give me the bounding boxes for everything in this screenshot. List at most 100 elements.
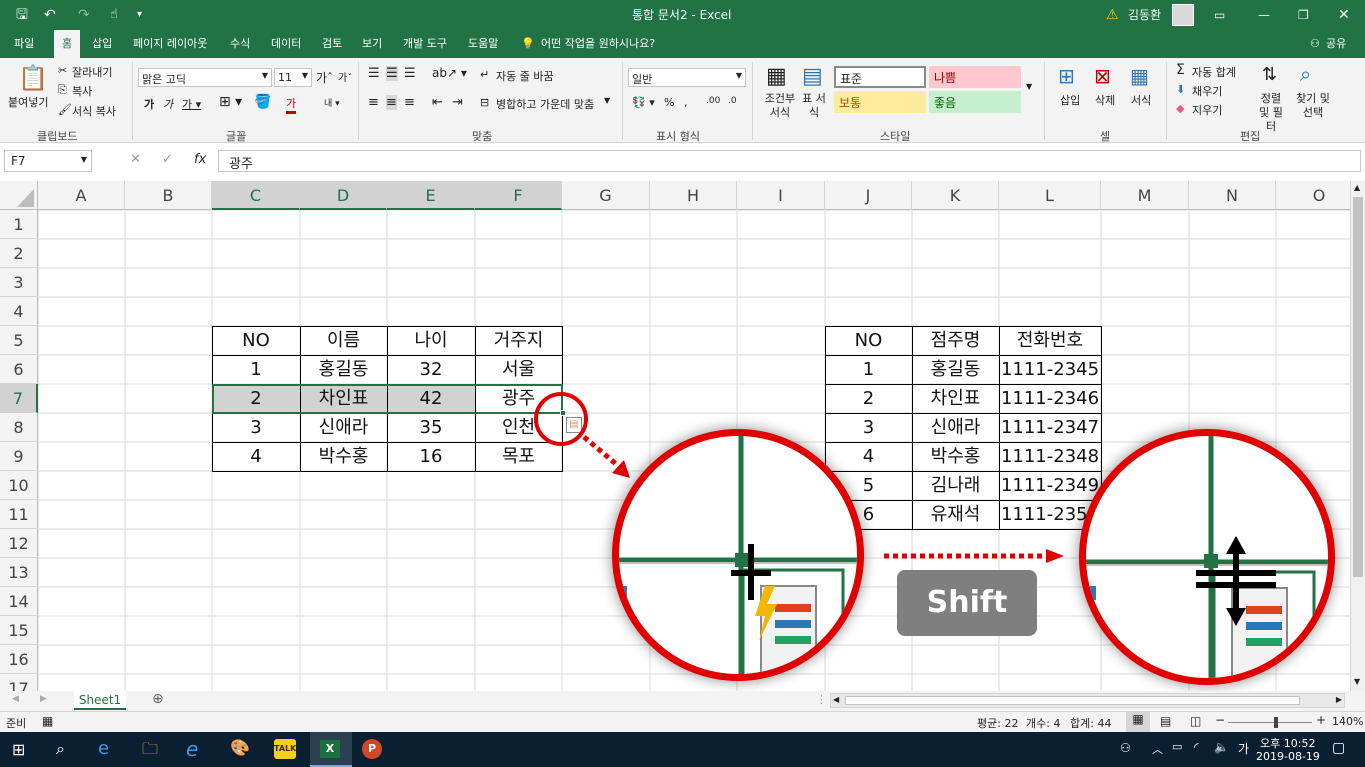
normal-view-icon[interactable]: ▦ bbox=[1126, 712, 1150, 732]
ime-indicator[interactable]: 가 bbox=[1238, 740, 1249, 757]
page-layout-view-icon[interactable]: ▤ bbox=[1160, 714, 1171, 728]
bold-icon[interactable]: 가 bbox=[144, 96, 154, 112]
currency-icon[interactable]: 💱 ▾ bbox=[632, 96, 655, 109]
clock-date[interactable]: 2019-08-19 bbox=[1256, 750, 1320, 763]
delete-cells-button[interactable]: 삭제 bbox=[1095, 92, 1115, 108]
file-explorer-icon[interactable]: 🗀 bbox=[142, 738, 158, 765]
format-painter-button[interactable]: 서식 복사 bbox=[72, 103, 116, 119]
phonetic-icon[interactable]: 내 ▾ bbox=[324, 96, 340, 109]
increase-indent-icon[interactable]: ⇥ bbox=[452, 95, 463, 110]
tell-me-search[interactable]: 어떤 작업을 원하시나요? bbox=[541, 30, 655, 58]
network-icon[interactable]: ◜ bbox=[1194, 740, 1199, 754]
grow-font-icon[interactable]: 가ˆ bbox=[316, 69, 333, 86]
merge-center-button[interactable]: 병합하고 가운데 맞춤 bbox=[496, 96, 594, 112]
insert-cells-button[interactable]: 삽입 bbox=[1060, 92, 1080, 108]
zoom-slider[interactable] bbox=[1228, 722, 1312, 723]
battery-icon[interactable]: ▭ bbox=[1172, 740, 1182, 753]
paint-icon[interactable]: 🎨 bbox=[230, 738, 250, 757]
insert-function-icon[interactable]: fx bbox=[194, 152, 206, 167]
font-size-select[interactable]: 11 ▼ bbox=[274, 68, 312, 87]
paste-icon[interactable]: 📋 bbox=[18, 64, 48, 92]
scroll-thumb[interactable] bbox=[1353, 197, 1363, 577]
styles-more-icon[interactable]: ▼ bbox=[1026, 82, 1032, 91]
edge-icon[interactable]: e bbox=[98, 738, 109, 759]
save-icon[interactable]: 🖫 bbox=[16, 0, 28, 30]
align-center-icon[interactable]: ≡ bbox=[386, 95, 397, 110]
add-sheet-icon[interactable]: ⊕ bbox=[152, 691, 164, 707]
conditional-format-button[interactable]: 조건부 서식 bbox=[762, 92, 798, 120]
autosum-button[interactable]: 자동 합계 bbox=[1192, 64, 1236, 80]
italic-icon[interactable]: 가 bbox=[163, 96, 173, 112]
sort-filter-button[interactable]: 정렬 및 필터 bbox=[1256, 92, 1286, 134]
cut-button[interactable]: 잘라내기 bbox=[72, 64, 112, 80]
close-icon[interactable]: ✕ bbox=[1338, 0, 1350, 30]
notifications-icon[interactable]: ▢ bbox=[1332, 740, 1345, 756]
fill-color-icon[interactable]: 🪣 bbox=[254, 94, 271, 110]
align-left-icon[interactable]: ≡ bbox=[368, 95, 379, 110]
shrink-font-icon[interactable]: 가ˇ bbox=[338, 69, 352, 84]
h-scroll-thumb[interactable] bbox=[845, 696, 1300, 705]
percent-icon[interactable]: % bbox=[664, 96, 674, 109]
worksheet-grid[interactable]: ABCDEFGHIJKLMNO 1 2 3 4 5 6 7 8 9 10 11 12 13 14 15 16 1… bbox=[0, 181, 1350, 691]
tab-file[interactable]: 파일 bbox=[14, 30, 34, 58]
user-name[interactable]: 김동환 bbox=[1128, 0, 1161, 30]
cancel-icon[interactable]: ✕ bbox=[130, 152, 141, 167]
align-bottom-icon[interactable]: ☰ bbox=[404, 66, 416, 81]
tab-formulas[interactable]: 수식 bbox=[230, 30, 250, 58]
redo-icon[interactable]: ↷ bbox=[78, 0, 90, 30]
name-box[interactable]: F7 ▼ bbox=[4, 150, 92, 172]
horizontal-scrollbar[interactable]: ◀ ▶ bbox=[830, 693, 1345, 708]
clock-time[interactable]: 오후 10:52 bbox=[1260, 735, 1315, 751]
scroll-left-icon[interactable]: ◀ bbox=[833, 695, 839, 704]
insert-cells-icon[interactable]: ⊞ bbox=[1058, 64, 1075, 88]
prev-sheet-icon[interactable]: ◀ bbox=[12, 694, 19, 704]
font-color-icon[interactable]: 가 bbox=[286, 95, 297, 114]
avatar[interactable] bbox=[1172, 4, 1194, 26]
table-format-icon[interactable]: ▤ bbox=[802, 64, 823, 89]
font-name-select[interactable]: 맑은 고딕 ▼ bbox=[138, 68, 272, 87]
volume-icon[interactable]: 🔈 bbox=[1214, 740, 1229, 754]
zoom-out-icon[interactable]: − bbox=[1215, 713, 1225, 727]
macro-record-icon[interactable]: ▦ bbox=[42, 714, 53, 728]
increase-decimal-icon[interactable]: .00 bbox=[706, 96, 720, 106]
decrease-decimal-icon[interactable]: .0 bbox=[728, 96, 737, 106]
next-sheet-icon[interactable]: ▶ bbox=[40, 694, 47, 704]
underline-icon[interactable]: 가 ▾ bbox=[182, 96, 201, 112]
tab-view[interactable]: 보기 bbox=[362, 30, 382, 58]
formula-input[interactable]: 광주 bbox=[218, 150, 1361, 172]
table-format-button[interactable]: 표 서식 bbox=[800, 92, 828, 120]
excel-taskbar-button[interactable]: X bbox=[310, 732, 352, 767]
tab-review[interactable]: 검토 bbox=[322, 30, 342, 58]
format-cells-button[interactable]: 서식 bbox=[1131, 92, 1151, 108]
delete-cells-icon[interactable]: ⊠ bbox=[1094, 64, 1111, 88]
border-icon[interactable]: ⊞ ▾ bbox=[219, 94, 242, 110]
decrease-indent-icon[interactable]: ⇤ bbox=[432, 95, 443, 110]
fill-button[interactable]: 채우기 bbox=[1192, 83, 1222, 99]
find-select-button[interactable]: 찾기 및 선택 bbox=[1292, 92, 1334, 120]
tab-developer[interactable]: 개발 도구 bbox=[403, 30, 447, 58]
tab-insert[interactable]: 삽입 bbox=[92, 30, 112, 58]
minimize-icon[interactable]: — bbox=[1258, 0, 1270, 30]
enter-icon[interactable]: ✓ bbox=[162, 152, 173, 167]
search-icon[interactable]: ⌕ bbox=[56, 739, 65, 759]
align-top-icon[interactable]: ☰ bbox=[368, 66, 380, 81]
tab-home[interactable]: 홈 bbox=[54, 30, 80, 58]
find-icon[interactable]: ⌕ bbox=[1300, 62, 1311, 86]
format-cells-icon[interactable]: ▦ bbox=[1130, 64, 1149, 88]
page-break-view-icon[interactable]: ◫ bbox=[1190, 714, 1201, 728]
people-icon[interactable]: ⚇ bbox=[1120, 741, 1131, 755]
number-format-select[interactable]: 일반 ▼ bbox=[628, 68, 746, 87]
sheet-tab-sheet1[interactable]: Sheet1 bbox=[74, 691, 126, 710]
clear-button[interactable]: 지우기 bbox=[1192, 102, 1222, 118]
align-right-icon[interactable]: ≡ bbox=[404, 95, 415, 110]
tray-expand-icon[interactable]: ︿ bbox=[1152, 741, 1163, 757]
copy-button[interactable]: 복사 bbox=[72, 83, 92, 99]
scroll-down-icon[interactable]: ▼ bbox=[1354, 677, 1360, 686]
conditional-format-icon[interactable]: ▦ bbox=[766, 64, 787, 89]
vertical-scrollbar[interactable]: ▲ ▼ bbox=[1350, 181, 1365, 691]
paste-button[interactable]: 붙여넣기 bbox=[8, 94, 48, 110]
wrap-text-button[interactable]: 자동 줄 바꿈 bbox=[496, 68, 554, 84]
ribbon-display-icon[interactable]: ▭ bbox=[1214, 0, 1225, 30]
style-good[interactable]: 좋음 bbox=[929, 91, 1021, 113]
style-bad[interactable]: 나쁨 bbox=[929, 66, 1021, 88]
